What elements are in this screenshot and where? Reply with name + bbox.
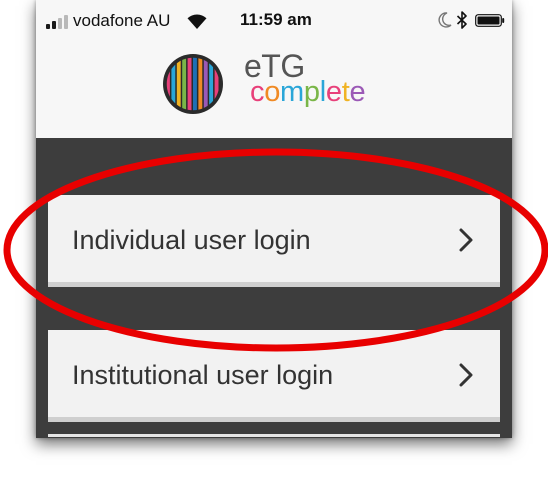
status-time: 11:59 am xyxy=(240,10,312,29)
brand-letter: c xyxy=(250,76,265,108)
wifi-icon xyxy=(187,14,207,29)
institutional-login-button[interactable]: Institutional user login xyxy=(48,330,500,422)
carrier-name: vodafone AU xyxy=(73,11,171,30)
battery-icon xyxy=(475,14,505,27)
phone-screen: vodafone AU 11:59 am eTG complete Indivi… xyxy=(36,0,512,438)
brand-letter: o xyxy=(264,76,281,108)
etg-logo-mark xyxy=(163,54,223,114)
login-options-panel: Individual user login Institutional user… xyxy=(36,138,512,438)
individual-login-button[interactable]: Individual user login xyxy=(48,195,500,287)
logo-stripe xyxy=(182,57,187,111)
bluetooth-icon xyxy=(456,11,467,29)
signal-bars-icon xyxy=(46,15,70,29)
screenshot-stage: vodafone AU 11:59 am eTG complete Indivi… xyxy=(0,0,548,502)
chevron-right-icon xyxy=(459,363,473,387)
do-not-disturb-moon-icon xyxy=(438,12,452,28)
logo-stripe xyxy=(203,57,208,111)
brand-letter: e xyxy=(349,76,366,108)
individual-login-label: Individual user login xyxy=(72,225,311,255)
chevron-right-icon xyxy=(459,228,473,252)
brand-letter: p xyxy=(303,76,320,108)
list-divider xyxy=(48,434,500,437)
logo-stripe xyxy=(187,57,192,111)
brand-letter: m xyxy=(280,76,304,108)
status-bar: vodafone AU 11:59 am xyxy=(36,0,512,42)
brand-letter: e xyxy=(325,76,342,108)
brand-name-complete: complete xyxy=(250,76,366,109)
logo-stripe xyxy=(193,57,197,111)
app-header: eTG complete xyxy=(36,42,512,138)
logo-stripe xyxy=(214,57,219,111)
brand-letter: t xyxy=(341,76,350,108)
logo-stripe xyxy=(198,57,203,111)
institutional-login-label: Institutional user login xyxy=(72,360,334,390)
